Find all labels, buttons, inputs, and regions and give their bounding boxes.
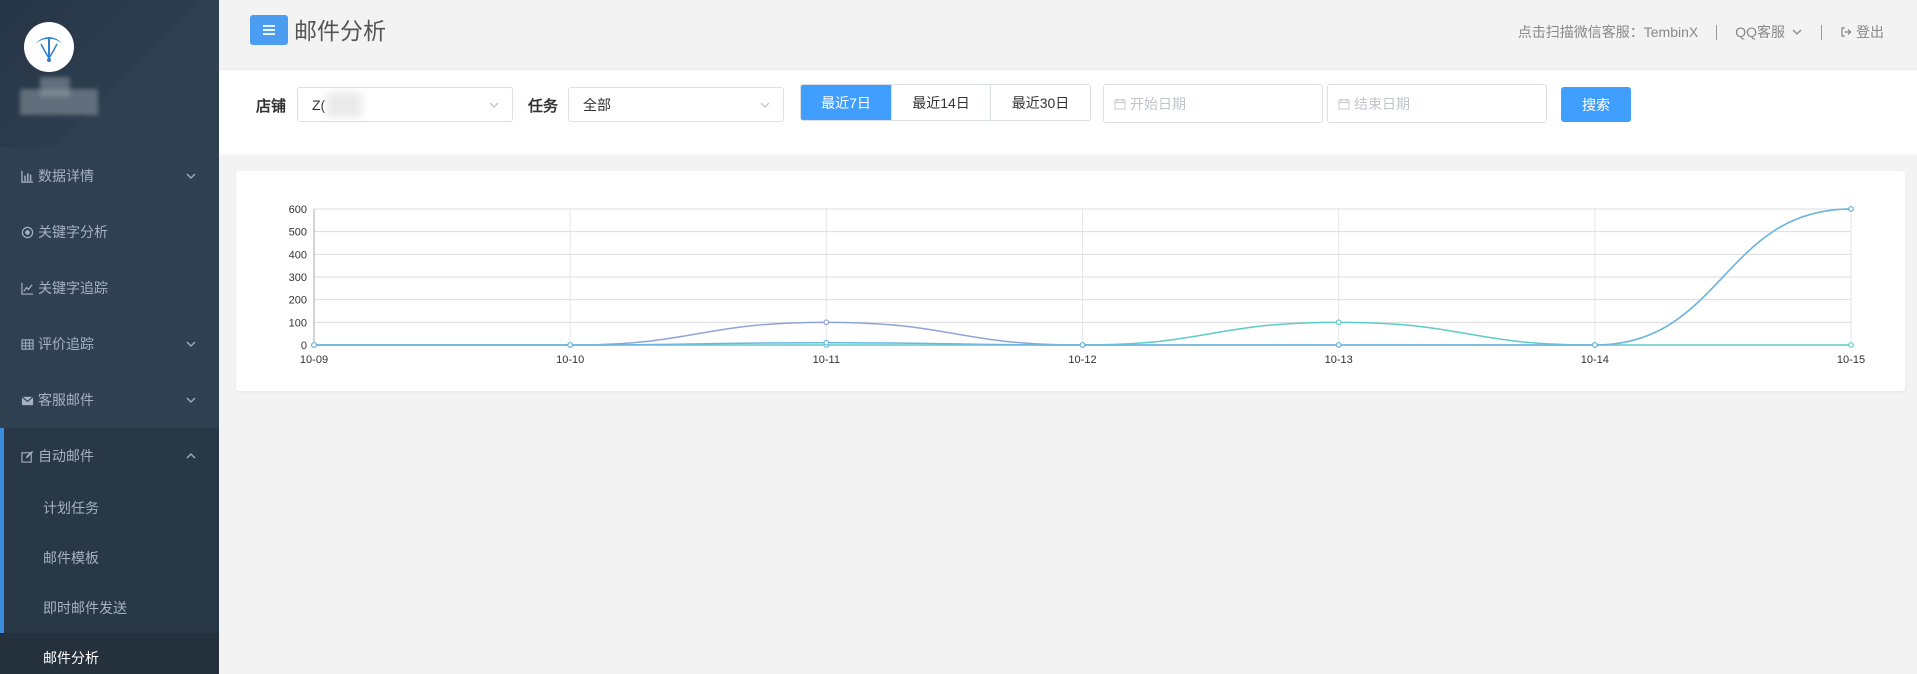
chevron-down-icon	[185, 338, 197, 350]
calendar-icon	[1114, 98, 1126, 109]
data-point	[1079, 342, 1086, 348]
sidebar-header	[0, 0, 219, 147]
data-point	[1335, 342, 1342, 348]
filter-bar: 店铺 Z( 任务 全部 最近7日 最近14日 最近30日 开始日期 结束日期 搜…	[219, 70, 1917, 155]
task-select[interactable]: 全部	[568, 87, 784, 122]
envelope-icon	[20, 393, 34, 407]
target-icon	[20, 225, 34, 239]
start-date-placeholder: 开始日期	[1130, 95, 1186, 112]
user-avatar-blurred	[20, 75, 100, 119]
sidebar-item-service-mail[interactable]: 客服邮件	[0, 372, 219, 428]
edit-icon	[20, 449, 34, 463]
x-tick-label: 10-09	[300, 354, 328, 366]
menu-toggle-button[interactable]	[250, 15, 288, 45]
x-tick-label: 10-10	[556, 354, 584, 366]
sidebar-item-data-details[interactable]: 数据详情	[0, 148, 219, 204]
sidebar-subitem-mail-analysis[interactable]: 邮件分析	[0, 633, 219, 674]
sidebar-item-label: 关键字追踪	[38, 280, 108, 296]
sidebar-subitem-instant-mail[interactable]: 即时邮件发送	[0, 583, 219, 633]
hamburger-icon	[263, 25, 275, 35]
end-date-placeholder: 结束日期	[1354, 95, 1410, 112]
top-navbar: 邮件分析 点击扫描微信客服：TembinX QQ客服 登出	[219, 0, 1917, 70]
chevron-down-icon	[488, 99, 500, 111]
y-tick-label: 100	[289, 317, 307, 329]
data-point	[1591, 342, 1598, 348]
range-14-days-button[interactable]: 最近14日	[892, 85, 991, 120]
logo-icon	[25, 23, 73, 71]
search-button[interactable]: 搜索	[1561, 87, 1631, 122]
sidebar-subitem-scheduled-tasks[interactable]: 计划任务	[0, 483, 219, 533]
sidebar-item-label: 客服邮件	[38, 392, 94, 408]
chevron-down-icon	[1792, 29, 1802, 35]
bar-chart-icon	[20, 169, 34, 183]
y-tick-label: 0	[301, 340, 307, 352]
start-date-input[interactable]: 开始日期	[1103, 84, 1323, 123]
date-range-group: 最近7日 最近14日 最近30日	[800, 84, 1091, 121]
sidebar-item-label: 关键字分析	[38, 224, 108, 240]
sidebar-item-keyword-analysis[interactable]: 关键字分析	[0, 204, 219, 260]
x-tick-label: 10-15	[1837, 354, 1865, 366]
task-value: 全部	[583, 96, 611, 113]
line-chart-icon	[20, 281, 34, 295]
data-point	[1335, 319, 1342, 326]
logout-label: 登出	[1856, 24, 1884, 40]
shop-label: 店铺	[256, 98, 287, 115]
logo	[24, 22, 74, 72]
range-7-days-button[interactable]: 最近7日	[801, 85, 892, 120]
x-tick-label: 10-12	[1068, 354, 1096, 366]
table-icon	[20, 337, 34, 351]
y-tick-label: 500	[289, 227, 307, 239]
data-point	[567, 342, 574, 348]
data-point	[823, 319, 830, 326]
y-tick-label: 200	[289, 295, 307, 307]
chevron-up-icon	[185, 450, 197, 462]
redacted-blur	[326, 92, 362, 118]
sidebar-item-label: 数据详情	[38, 168, 94, 184]
wechat-service-link[interactable]: 点击扫描微信客服：TembinX	[1518, 22, 1698, 42]
sidebar-item-auto-mail[interactable]: 自动邮件	[0, 428, 219, 484]
data-point	[1848, 342, 1854, 348]
divider	[1821, 24, 1822, 40]
end-date-input[interactable]: 结束日期	[1327, 84, 1547, 123]
qq-service-label: QQ客服	[1735, 24, 1785, 40]
sidebar-item-review-tracking[interactable]: 评价追踪	[0, 316, 219, 372]
y-tick-label: 600	[289, 204, 307, 216]
data-point	[1848, 206, 1854, 212]
shop-value: Z(	[312, 96, 326, 113]
sidebar-item-label: 自动邮件	[38, 448, 94, 464]
x-tick-label: 10-11	[813, 354, 840, 366]
divider	[1716, 24, 1718, 40]
chevron-down-icon	[185, 170, 197, 182]
qq-service-dropdown[interactable]: QQ客服	[1735, 22, 1803, 42]
chart-panel: 0 100 200 300 400 500 600 10-09 10-10 10-11 10-12 1…	[236, 171, 1905, 391]
page-title: 邮件分析	[294, 18, 386, 44]
x-tick-label: 10-14	[1581, 354, 1609, 366]
sidebar-subitem-mail-templates[interactable]: 邮件模板	[0, 533, 219, 583]
chevron-down-icon	[759, 99, 771, 111]
data-point	[311, 342, 317, 348]
y-tick-label: 300	[289, 272, 307, 284]
range-30-days-button[interactable]: 最近30日	[991, 85, 1090, 120]
mail-line-chart: 0 100 200 300 400 500 600 10-09 10-10 10-11 10-12 1…	[289, 204, 1865, 366]
logout-link[interactable]: 登出	[1840, 22, 1884, 42]
chevron-down-icon	[185, 394, 197, 406]
sidebar: 数据详情 关键字分析 关键字追踪 评价追踪 客服邮件 自动邮件 计划任务 邮件模…	[0, 0, 219, 674]
sign-out-icon	[1841, 27, 1852, 37]
data-point	[823, 339, 830, 346]
y-tick-label: 400	[289, 249, 307, 261]
task-label: 任务	[528, 98, 559, 115]
header-links: 点击扫描微信客服：TembinX QQ客服 登出	[1518, 22, 1884, 42]
sidebar-item-keyword-tracking[interactable]: 关键字追踪	[0, 260, 219, 316]
x-tick-label: 10-13	[1325, 354, 1353, 366]
calendar-icon	[1338, 98, 1350, 109]
shop-select[interactable]: Z(	[297, 87, 513, 122]
sidebar-item-label: 评价追踪	[38, 336, 94, 352]
